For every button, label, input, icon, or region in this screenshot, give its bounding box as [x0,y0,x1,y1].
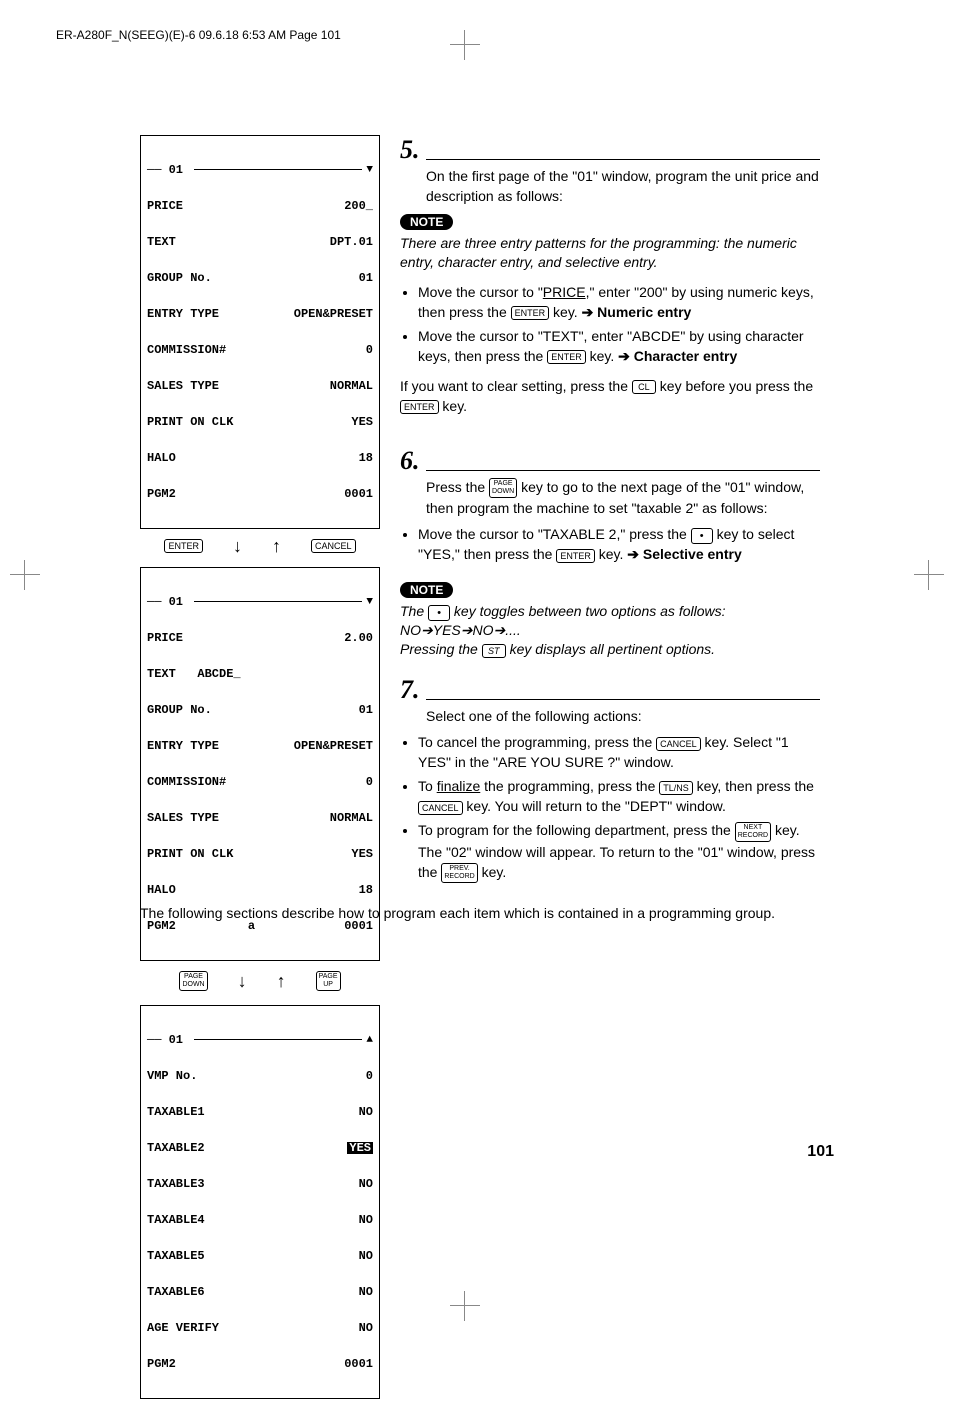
step-7-number: 7. [400,675,426,705]
step-7-lead: Select one of the following actions: [426,706,820,726]
step-5-bullet-1: Move the cursor to "PRICE," enter "200" … [418,282,820,322]
up-arrow-icon: ↑ [277,975,286,987]
down-triangle-icon: ▼ [366,164,373,176]
enter-key-icon: ENTER [164,539,203,553]
crop-mark-top [450,30,480,60]
enter-key-icon: ENTER [511,306,550,320]
cancel-key-icon: CANCEL [311,539,356,553]
prev-record-key-icon: PREV.RECORD [441,863,477,883]
dot-key-icon: • [428,605,450,621]
cl-key-icon: CL [632,380,656,394]
down-arrow-icon: ↓ [233,540,242,552]
screen-2: ── 01 ▼ PRICE2.00 TEXT ABCDE_ GROUP No.0… [140,567,380,961]
step-5-bullet-2: Move the cursor to "TEXT", enter "ABCDE"… [418,326,820,366]
step-6-note: The • key toggles between two options as… [400,602,820,659]
st-key-icon: ST [482,644,506,658]
crop-mark-bottom [450,1291,480,1321]
bottom-paragraph: The following sections describe how to p… [140,905,840,921]
screen-3: ── 01 ▲ VMP No.0 TAXABLE1NO TAXABLE2YES … [140,1005,380,1399]
enter-key-icon: ENTER [556,549,595,563]
step-6-lead: Press the PAGEDOWN key to go to the next… [426,477,820,518]
crop-mark-left [10,560,40,590]
step-7-bullet-1: To cancel the programming, press the CAN… [418,732,820,772]
page-number: 101 [807,1143,834,1161]
screen-2-title: 01 [169,596,183,608]
up-arrow-icon: ↑ [272,540,281,552]
page-header: ER-A280F_N(SEEG)(E)-6 09.6.18 6:53 AM Pa… [56,28,341,42]
step-7-bullet-2: To finalize the programming, press the T… [418,776,820,816]
enter-key-icon: ENTER [547,350,586,364]
enter-key-icon: ENTER [400,400,439,414]
step-5-tail: If you want to clear setting, press the … [400,376,820,416]
step-6-bullet-1: Move the cursor to "TAXABLE 2," press th… [418,524,820,564]
cancel-key-icon: CANCEL [418,801,463,815]
step-5-lead: On the first page of the "01" window, pr… [426,166,820,206]
page-down-key-icon: PAGEDOWN [489,478,517,498]
page-up-key-icon: PAGEUP [316,971,341,991]
step-7: 7. Select one of the following actions: … [400,675,820,883]
page-down-key-icon: PAGEDOWN [179,971,207,991]
down-triangle-icon: ▼ [366,596,373,608]
screen-3-title: 01 [169,1034,183,1046]
step-6-number: 6. [400,446,426,476]
screen-1: ── 01 ▼ PRICE200_ TEXTDPT.01 GROUP No.01… [140,135,380,529]
note-label: NOTE [400,582,453,598]
step-5: 5. On the first page of the "01" window,… [400,135,820,416]
down-arrow-icon: ↓ [238,975,247,987]
nav-row-2: PAGEDOWN ↓ ↑ PAGEUP [140,971,380,991]
crop-mark-right [914,560,944,590]
step-6: 6. Press the PAGEDOWN key to go to the n… [400,446,820,659]
step-5-number: 5. [400,135,426,165]
tlns-key-icon: TL/NS [659,781,693,795]
dot-key-icon: • [691,528,713,544]
nav-row-1: ENTER ↓ ↑ CANCEL [140,539,380,553]
cancel-key-icon: CANCEL [656,737,701,751]
screen-1-title: 01 [169,164,183,176]
note-label: NOTE [400,214,453,230]
step-7-bullet-3: To program for the following department,… [418,820,820,883]
step-5-note: There are three entry patterns for the p… [400,234,820,272]
up-triangle-icon: ▲ [366,1034,373,1046]
next-record-key-icon: NEXTRECORD [735,822,771,842]
